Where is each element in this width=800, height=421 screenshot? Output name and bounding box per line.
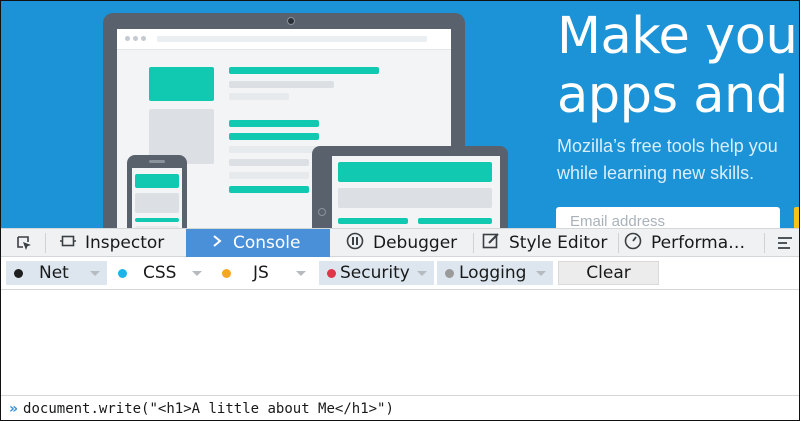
filter-label: CSS [143,263,177,283]
content-line [418,218,492,224]
filter-label: Net [39,263,69,283]
filter-net-button[interactable]: Net [6,261,107,285]
css-dot-icon [118,268,127,278]
page-hero: Make your apps and w Mozilla’s free tool… [0,0,800,228]
content-line [229,133,319,140]
content-block [149,67,214,101]
content-line [135,218,179,222]
content-line [229,67,379,74]
js-dot-icon [222,268,231,278]
content-line [229,81,334,88]
filter-label: JS [253,263,269,283]
tablet-illustration [312,146,508,228]
toolbar-separator [618,233,619,253]
tab-label: Style Editor [509,233,608,253]
laptop-camera [287,17,295,25]
console-output [0,290,800,395]
style-editor-icon [482,232,500,255]
tablet-button [318,208,326,216]
filter-css-button[interactable]: CSS [110,261,209,285]
logging-dot-icon [445,268,454,278]
chevron-down-icon [536,270,546,276]
chevron-down-icon [296,270,306,276]
tab-label: Performa… [651,233,746,253]
content-block [338,162,492,182]
devtools-toolbar: Inspector Console Debugger Style Editor … [0,228,800,257]
tab-label: Console [233,233,301,253]
clear-button[interactable]: Clear [558,261,659,285]
content-line [338,218,408,224]
tab-performance[interactable]: Performa… [624,229,754,257]
console-input-text[interactable]: document.write("<h1>A little about Me</h… [23,401,394,417]
chevron-down-icon [417,270,427,276]
toolbox-options-icon [778,237,792,249]
email-input[interactable]: Email address [556,207,780,228]
net-dot-icon [14,268,23,278]
content-line [229,146,319,153]
chevron-down-icon [90,270,100,276]
inspector-icon [60,233,76,253]
filter-security-button[interactable]: Security [319,261,434,285]
tab-style-editor[interactable]: Style Editor [482,229,617,257]
debugger-icon [346,232,364,255]
window-dot [133,36,138,41]
tab-label: Inspector [85,233,165,253]
phone-illustration [127,155,187,228]
window-dot [141,36,146,41]
content-line [229,93,289,100]
toolbar-separator [45,233,46,253]
performance-icon [624,232,642,255]
signup-button[interactable] [794,207,800,228]
window-dot [125,36,130,41]
url-bar [157,36,427,42]
content-block [135,174,179,188]
tablet-screen [332,156,500,228]
toolbar-separator [473,233,474,253]
tab-label: Debugger [373,233,458,253]
content-block [135,193,179,213]
toolbox-options-button[interactable] [776,229,800,257]
tab-console[interactable]: Console [186,229,330,257]
content-line [229,120,319,127]
console-filter-bar: Net CSS JS Security Logging Clear [0,257,800,290]
prompt-icon: » [9,400,19,417]
element-picker-icon [17,236,31,250]
content-line [229,159,309,166]
chevron-down-icon [192,270,202,276]
hero-subtext: Mozilla’s free tools help you while lear… [557,133,778,187]
phone-screen [132,168,182,228]
headline-line: apps and w [557,66,800,125]
content-block [338,188,492,208]
filter-js-button[interactable]: JS [214,261,313,285]
filter-label: Logging [459,263,527,283]
filter-label: Security [340,263,410,283]
tab-debugger[interactable]: Debugger [346,229,471,257]
tab-inspector[interactable]: Inspector [60,229,185,257]
content-line [229,186,309,193]
content-line [229,172,309,179]
phone-speaker [149,160,165,163]
hero-headline: Make your apps and w [557,7,800,125]
headline-line: Make your [557,7,800,66]
subtext-line: Mozilla’s free tools help you [557,136,778,156]
console-icon [212,233,224,253]
toolbar-separator [764,233,765,253]
console-input[interactable]: » document.write("<h1>A little about Me<… [0,395,800,421]
browser-chrome [117,29,451,50]
filter-logging-button[interactable]: Logging [437,261,553,285]
security-dot-icon [327,268,336,278]
element-picker-button[interactable] [8,229,40,257]
subtext-line: while learning new skills. [557,163,755,183]
